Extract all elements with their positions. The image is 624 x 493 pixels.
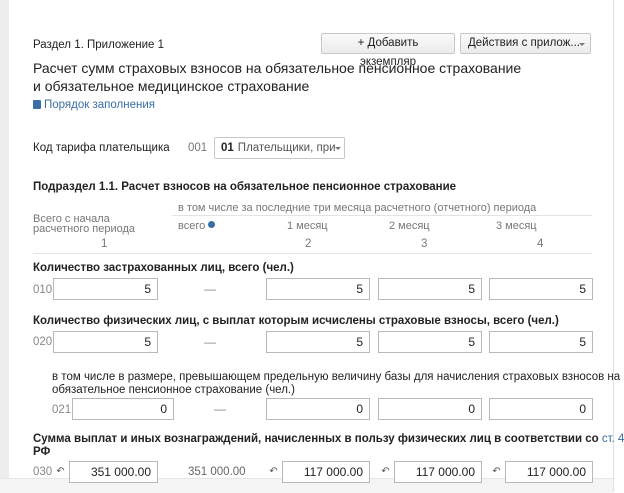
fill-order-link[interactable]: Порядок заполнения	[33, 99, 155, 111]
section-title-line1: Расчет сумм страховых взносов на обязате…	[33, 60, 522, 76]
col-number-2: 2	[305, 238, 312, 250]
row-010-all-dash: —	[204, 282, 216, 296]
row-020-code: 020	[33, 336, 53, 348]
row-010-month2-input[interactable]: 5	[378, 278, 482, 300]
info-icon[interactable]	[208, 221, 216, 228]
row-030-total-input[interactable]: 351 000.00	[69, 461, 158, 483]
row-021-label-line1: в том числе в размере, превышающем преде…	[52, 371, 621, 383]
tariff-selected-text: Плательщики, при	[237, 142, 336, 154]
row-021-code: 021	[52, 404, 72, 416]
row-030-all-value: 351 000.00	[188, 466, 246, 478]
row-020-label: Количество физических лиц, с выплат кото…	[33, 315, 559, 327]
left-panel-edge	[0, 0, 9, 492]
tariff-selected-code: 01	[221, 142, 234, 154]
article-420-link[interactable]: ст. 420 НК	[602, 433, 624, 445]
row-030-month3-input[interactable]: 117 000.00	[505, 461, 593, 483]
header-month3: 3 месяц	[496, 220, 537, 232]
row-021-month2-input[interactable]: 0	[378, 398, 482, 420]
header-month2: 2 месяц	[389, 220, 430, 232]
row-021-month3-input[interactable]: 0	[489, 398, 593, 420]
row-010-total-input[interactable]: 5	[53, 278, 158, 300]
tariff-label: Код тарифа плательщика	[33, 142, 170, 154]
header-bottom-divider	[33, 253, 592, 254]
row-030-label-line2[interactable]: РФ	[33, 446, 50, 458]
row-021-total-input[interactable]: 0	[72, 398, 174, 420]
row-021-all-dash: —	[214, 402, 226, 416]
recalc-icon[interactable]: ↶	[380, 466, 391, 478]
row-030-label-text: Сумма выплат и иных вознаграждений, начи…	[33, 433, 599, 445]
col-number-1: 1	[101, 238, 108, 250]
chevron-down-icon	[335, 147, 341, 150]
add-instance-button[interactable]: + Добавить экземпляр	[321, 33, 455, 68]
row-030-label-line1: Сумма выплат и иных вознаграждений, начи…	[33, 433, 624, 445]
row-020-month1-input[interactable]: 5	[266, 331, 370, 353]
right-panel-edge	[613, 0, 624, 492]
recalc-icon[interactable]: ↶	[268, 466, 279, 478]
row-020-total-input[interactable]: 5	[53, 331, 158, 353]
row-010-month1-input[interactable]: 5	[266, 278, 370, 300]
header-all-label: всего	[178, 220, 206, 232]
section-title-line2: и обязательное медицинское страхование	[33, 78, 310, 94]
row-021-month1-input[interactable]: 0	[266, 398, 370, 420]
row-020-month3-input[interactable]: 5	[489, 331, 593, 353]
row-021-label-line2: обязательное пенсионное страхование (чел…	[52, 384, 295, 396]
row-030-month2-input[interactable]: 117 000.00	[394, 461, 482, 483]
tariff-select[interactable]: 01 Плательщики, при	[214, 137, 345, 159]
header-all-col: всего	[178, 220, 216, 232]
header-total-line2: расчетного периода	[33, 223, 136, 235]
row-010-code: 010	[33, 284, 53, 296]
actions-dropdown[interactable]: Действия с прилож...	[460, 33, 591, 54]
fill-order-link-text: Порядок заполнения	[44, 99, 155, 111]
tariff-field-code: 001	[188, 142, 208, 154]
recalc-icon[interactable]: ↶	[491, 466, 502, 478]
subsection-title: Подраздел 1.1. Расчет взносов на обязате…	[33, 181, 457, 193]
section-label: Раздел 1. Приложение 1	[33, 39, 165, 51]
chevron-down-icon	[579, 43, 585, 46]
col-number-3: 3	[421, 238, 428, 250]
row-020-all-dash: —	[204, 335, 216, 349]
row-010-month3-input[interactable]: 5	[489, 278, 593, 300]
row-030-month1-input[interactable]: 117 000.00	[282, 461, 370, 483]
actions-dropdown-label: Действия с прилож...	[468, 37, 580, 49]
row-020-month2-input[interactable]: 5	[378, 331, 482, 353]
header-total-col: Всего с начала расчетного периода	[33, 214, 136, 235]
header-group-label: в том числе за последние три месяца расч…	[178, 202, 537, 214]
row-030-code: 030	[33, 466, 53, 478]
row-010-label: Количество застрахованных лиц, всего (че…	[33, 262, 294, 274]
header-divider	[172, 215, 592, 216]
col-number-4: 4	[537, 238, 544, 250]
recalc-icon[interactable]: ↶	[55, 466, 66, 478]
book-icon	[33, 100, 41, 109]
header-month1: 1 месяц	[287, 220, 328, 232]
